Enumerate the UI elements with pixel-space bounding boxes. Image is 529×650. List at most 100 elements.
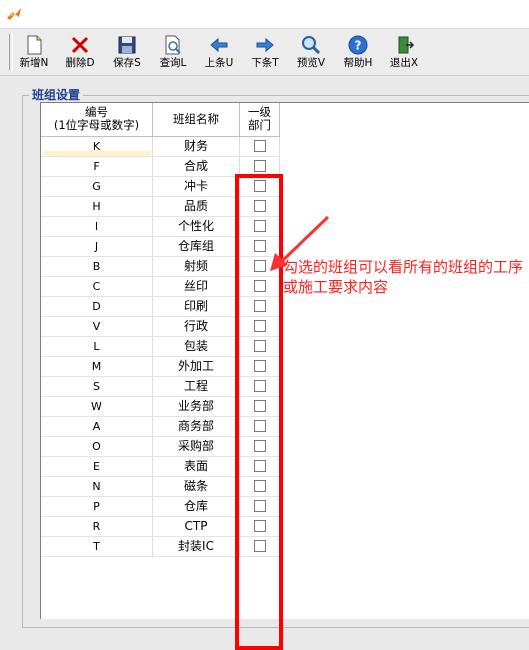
team-name-cell[interactable]: 仓库组 bbox=[153, 237, 240, 257]
column-header-level1[interactable]: 一级 部门 bbox=[240, 103, 280, 137]
code-cell[interactable]: A bbox=[41, 417, 153, 437]
arrow-left-icon bbox=[210, 37, 228, 53]
table-row[interactable]: G 冲卡 bbox=[41, 177, 529, 197]
table-row[interactable]: W 业务部 bbox=[41, 397, 529, 417]
code-cell[interactable]: J bbox=[41, 237, 153, 257]
table-row[interactable]: D 印刷 bbox=[41, 297, 529, 317]
table-row[interactable]: M 外加工 bbox=[41, 357, 529, 377]
floppy-disk-icon bbox=[118, 36, 136, 54]
help-label: 帮助H bbox=[343, 57, 373, 69]
preview-label: 预览V bbox=[296, 57, 326, 69]
code-cell[interactable]: O bbox=[41, 437, 153, 457]
team-name-cell[interactable]: 个性化 bbox=[153, 217, 240, 237]
team-name-cell[interactable]: 外加工 bbox=[153, 357, 240, 377]
previous-record-label: 上条U bbox=[204, 57, 234, 69]
app-logo-icon bbox=[7, 8, 21, 20]
code-header-line1: 编号 bbox=[85, 105, 108, 119]
team-name-cell[interactable]: 表面 bbox=[153, 457, 240, 477]
team-name-cell[interactable]: 商务部 bbox=[153, 417, 240, 437]
code-cell[interactable]: W bbox=[41, 397, 153, 417]
new-document-icon bbox=[27, 35, 42, 55]
help-button[interactable]: ? 帮助H bbox=[340, 32, 376, 72]
save-button[interactable]: 保存S bbox=[110, 32, 144, 72]
table-row[interactable]: K 财务 bbox=[41, 137, 529, 157]
team-name-cell[interactable]: 射频 bbox=[153, 257, 240, 277]
team-name-cell[interactable]: 印刷 bbox=[153, 297, 240, 317]
level1-dept-checkbox[interactable] bbox=[253, 140, 266, 152]
exit-door-icon bbox=[398, 36, 415, 54]
previous-record-button[interactable]: 上条U bbox=[202, 32, 236, 72]
table-row[interactable]: N 磁条 bbox=[41, 477, 529, 497]
code-cell[interactable]: G bbox=[41, 177, 153, 197]
code-cell[interactable]: L bbox=[41, 337, 153, 357]
team-name-cell[interactable]: 磁条 bbox=[153, 477, 240, 497]
team-name-cell[interactable]: 封装IC bbox=[153, 537, 240, 557]
toolbar-grip[interactable] bbox=[9, 34, 13, 70]
team-name-cell[interactable]: 行政 bbox=[153, 317, 240, 337]
column-header-name[interactable]: 班组名称 bbox=[153, 103, 240, 137]
exit-button[interactable]: 退出X bbox=[387, 32, 421, 72]
team-name-cell[interactable]: 丝印 bbox=[153, 277, 240, 297]
team-name-cell[interactable]: 合成 bbox=[153, 157, 240, 177]
exit-label: 退出X bbox=[389, 57, 419, 69]
magnifier-icon bbox=[302, 36, 321, 55]
team-name-cell[interactable]: CTP bbox=[153, 517, 240, 537]
team-name-cell[interactable]: 工程 bbox=[153, 377, 240, 397]
toolbar: 新增N 删除D 保存S 查询L 上条U 下条T 预览V ? 帮助H 退出X bbox=[0, 29, 529, 76]
next-record-button[interactable]: 下条T bbox=[248, 32, 282, 72]
content-panel: 班组设置 编号 (1位字母或数字) 班组名称 一级 部门 K 财务 F 合成 G 冲卡 H 品… bbox=[0, 76, 529, 650]
team-name-cell[interactable]: 财务 bbox=[153, 137, 240, 157]
table-row[interactable]: O 采购部 bbox=[41, 437, 529, 457]
level1-header-line2: 部门 bbox=[248, 118, 271, 132]
code-cell[interactable]: M bbox=[41, 357, 153, 377]
grid-header: 编号 (1位字母或数字) 班组名称 一级 部门 bbox=[41, 103, 529, 137]
table-row[interactable]: V 行政 bbox=[41, 317, 529, 337]
team-name-cell[interactable]: 包装 bbox=[153, 337, 240, 357]
team-name-cell[interactable]: 品质 bbox=[153, 197, 240, 217]
new-button[interactable]: 新增N bbox=[17, 32, 51, 72]
code-cell[interactable]: S bbox=[41, 377, 153, 397]
table-row[interactable]: E 表面 bbox=[41, 457, 529, 477]
team-name-cell[interactable]: 冲卡 bbox=[153, 177, 240, 197]
team-name-cell[interactable]: 仓库 bbox=[153, 497, 240, 517]
team-name-cell[interactable]: 业务部 bbox=[153, 397, 240, 417]
query-button[interactable]: 查询L bbox=[156, 32, 190, 72]
code-cell[interactable]: E bbox=[41, 457, 153, 477]
code-cell[interactable]: F bbox=[41, 157, 153, 177]
code-cell[interactable]: H bbox=[41, 197, 153, 217]
delete-button[interactable]: 删除D bbox=[62, 32, 98, 72]
level1-dept-checkbox[interactable] bbox=[253, 160, 266, 172]
column-header-code[interactable]: 编号 (1位字母或数字) bbox=[41, 103, 153, 137]
table-row[interactable]: L 包装 bbox=[41, 337, 529, 357]
code-cell[interactable]: N bbox=[41, 477, 153, 497]
code-header-line2: (1位字母或数字) bbox=[53, 118, 140, 132]
code-cell[interactable]: K bbox=[41, 137, 153, 157]
search-document-icon bbox=[165, 35, 181, 55]
code-cell[interactable]: V bbox=[41, 317, 153, 337]
level1-dept-cell bbox=[240, 137, 280, 157]
annotation-text: 勾选的班组可以看所有的班组的工序或施工要求内容 bbox=[283, 258, 524, 296]
team-name-cell[interactable]: 采购部 bbox=[153, 437, 240, 457]
help-question-icon: ? bbox=[348, 35, 368, 55]
table-row[interactable]: R CTP bbox=[41, 517, 529, 537]
code-cell[interactable]: B bbox=[41, 257, 153, 277]
query-label: 查询L bbox=[159, 57, 187, 69]
svg-text:?: ? bbox=[355, 39, 362, 53]
code-cell[interactable]: I bbox=[41, 217, 153, 237]
table-row[interactable]: F 合成 bbox=[41, 157, 529, 177]
code-cell[interactable]: T bbox=[41, 537, 153, 557]
table-row[interactable]: T 封装IC bbox=[41, 537, 529, 557]
table-row[interactable]: P 仓库 bbox=[41, 497, 529, 517]
next-record-label: 下条T bbox=[251, 57, 279, 69]
table-row[interactable]: S 工程 bbox=[41, 377, 529, 397]
group-title: 班组设置 bbox=[29, 86, 84, 103]
arrow-right-icon bbox=[256, 37, 274, 53]
code-cell[interactable]: C bbox=[41, 277, 153, 297]
team-grid: 编号 (1位字母或数字) 班组名称 一级 部门 K 财务 F 合成 G 冲卡 H 品质 I 个性化… bbox=[40, 102, 529, 619]
code-cell[interactable]: D bbox=[41, 297, 153, 317]
code-cell[interactable]: R bbox=[41, 517, 153, 537]
delete-x-icon bbox=[71, 36, 89, 54]
preview-button[interactable]: 预览V bbox=[294, 32, 328, 72]
code-cell[interactable]: P bbox=[41, 497, 153, 517]
table-row[interactable]: A 商务部 bbox=[41, 417, 529, 437]
